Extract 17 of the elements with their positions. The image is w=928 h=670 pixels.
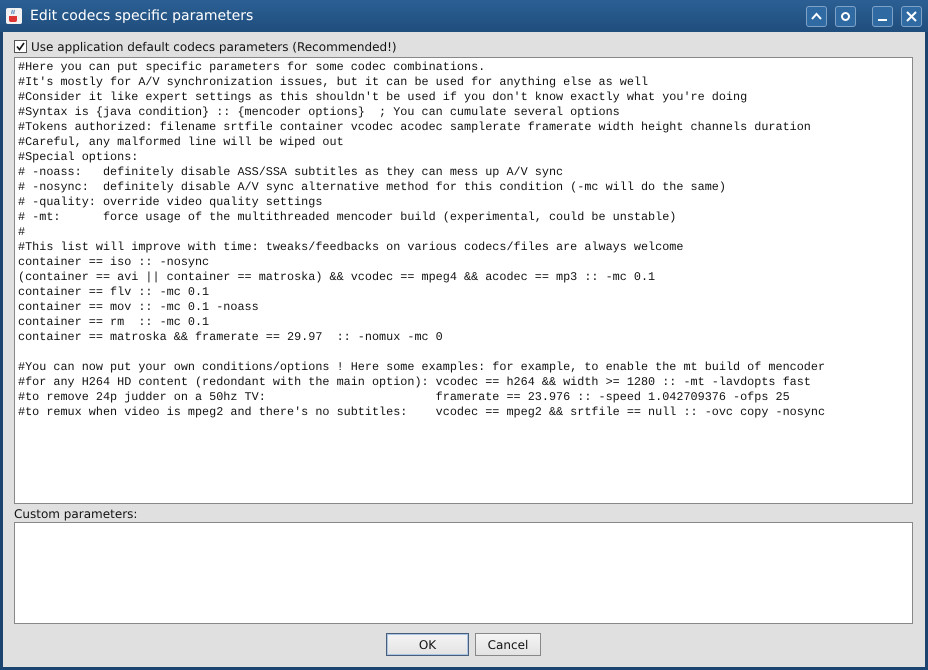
minimize-button[interactable] bbox=[872, 6, 893, 26]
caret-up-icon bbox=[811, 12, 822, 20]
restore-button[interactable] bbox=[835, 6, 856, 26]
parameters-text-area[interactable]: #Here you can put specific parameters for some codec combinations. #It's mostly for A/V synchronization issues, but it can be used for anything else as well #Consider it like expert settings as this shouldn't be used if you don't know exactly what you're doing #Syntax is {java condition} :: {mencoder options} ; You can cumulate several options #Tokens authorized: filename srtfile container vcodec acodec samplerate framerate width height channels duration #Careful, any malformed line will be wiped out #Special options: # -noass: definitely disable ASS/SSA subtitles as they can mess up A/V sync # -nosync: definitely disable A/V sync alternative method for this condition (-mc will do the same) # -quality: override video quality settings # -mt: force usage of the multithreaded mencoder build (experimental, could be unstable) # #This list will improve with time: tweaks/feedbacks on various codecs/files are always welcome container == iso :: -nosync (container == avi || container == matroska) && vcodec == mpeg4 && acodec == mp3 :: -mc 0.1 container == flv :: -mc 0.1 container == mov :: -mc 0.1 -noass container == rm :: -mc 0.1 container == matroska && framerate == 29.97 :: -nomux -mc 0 #You can now put your own conditions/options ! Here some examples: for example, to enable the mt build of mencoder #for any H264 HD content (redondant with the main option): vcodec == h264 && width >= 1280 :: -mt -lavdopts fast #to remove 24p judder on a 50hz TV: framerate == 23.976 :: -speed 1.042709376 -ofps 25 #to remux when video is mpeg2 and there's no subtitles: vcodec == mpeg2 && srtfile == null :: -ovc copy -nosync bbox=[14, 57, 913, 504]
window-title: Edit codecs specific parameters bbox=[30, 8, 254, 24]
dialog-button[interactable]: OK bbox=[386, 633, 469, 656]
circle-icon bbox=[840, 10, 851, 22]
minimize-icon bbox=[878, 19, 887, 21]
maximize-button[interactable] bbox=[806, 6, 827, 26]
close-icon bbox=[906, 10, 917, 22]
close-button[interactable] bbox=[901, 6, 922, 26]
checkbox-label: Use application default codecs parameters (Recommended!) bbox=[31, 40, 397, 54]
checkbox[interactable] bbox=[14, 40, 27, 53]
checkmark-icon bbox=[16, 42, 25, 51]
coffee-cup-icon bbox=[6, 8, 22, 24]
custom-parameters-label: Custom parameters: bbox=[14, 507, 138, 521]
dialog-button[interactable]: Cancel bbox=[475, 633, 541, 656]
